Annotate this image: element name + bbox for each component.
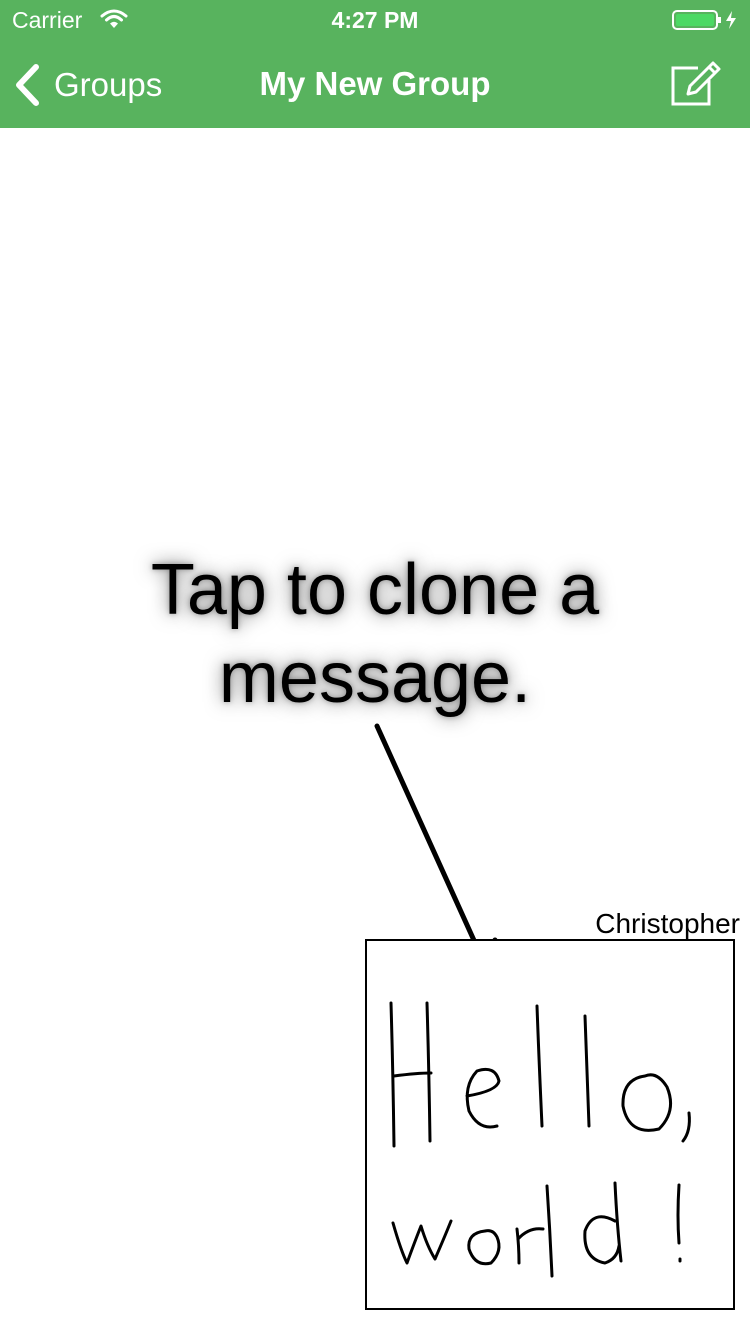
message-card[interactable] — [365, 939, 735, 1310]
compose-icon — [671, 61, 721, 106]
handwritten-message — [389, 1001, 691, 1278]
message-author: Christopher — [595, 908, 740, 939]
status-bar: Carrier 4:27 PM — [0, 0, 750, 40]
page-title: My New Group — [259, 65, 491, 102]
tutorial-hint: Tap to clone a message. — [0, 546, 750, 722]
battery-icon — [672, 10, 736, 30]
tutorial-hint-line-1: Tap to clone a — [150, 550, 600, 630]
status-time: 4:27 PM — [331, 7, 419, 33]
tutorial-hint-line-2: message. — [218, 638, 532, 718]
screen: Carrier 4:27 PM Groups My New Group Tap … — [0, 0, 750, 1334]
navigation-bar: Carrier 4:27 PM Groups My New Group — [0, 0, 750, 128]
compose-button[interactable] — [668, 58, 722, 108]
